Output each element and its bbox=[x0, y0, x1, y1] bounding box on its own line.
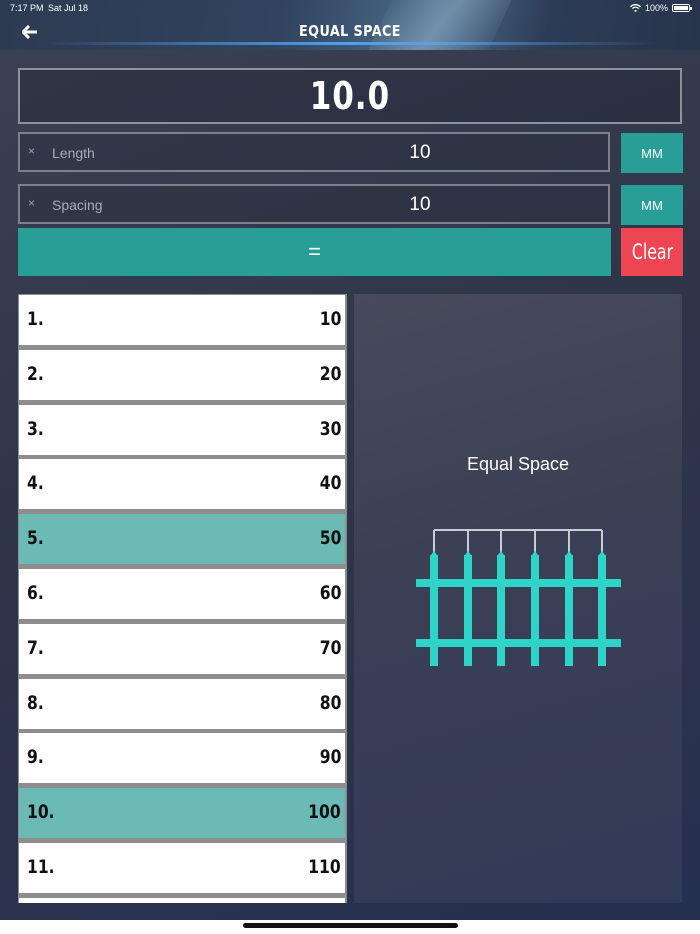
length-field[interactable]: × Length 10 bbox=[18, 132, 610, 172]
list-item-value: 90 bbox=[319, 746, 341, 768]
spacing-unit-button[interactable]: MM bbox=[621, 185, 683, 225]
list-item[interactable]: 7. 70 bbox=[19, 624, 345, 677]
home-indicator[interactable] bbox=[243, 923, 458, 928]
length-label: Length bbox=[52, 145, 95, 161]
list-item-value: 100 bbox=[308, 801, 341, 823]
list-item-value: 60 bbox=[319, 582, 341, 604]
length-unit-button[interactable]: MM bbox=[621, 133, 683, 173]
page-title: EQUAL SPACE bbox=[299, 22, 401, 40]
calculate-button[interactable]: = bbox=[18, 228, 611, 276]
list-item-index: 10. bbox=[27, 801, 55, 823]
clear-spacing-icon[interactable]: × bbox=[28, 196, 35, 210]
fence-icon bbox=[416, 529, 621, 666]
clear-length-icon[interactable]: × bbox=[28, 144, 35, 158]
list-item-value: 30 bbox=[319, 418, 341, 440]
list-item[interactable]: 3. 30 bbox=[19, 405, 345, 458]
list-item-index: 6. bbox=[27, 582, 44, 604]
list-item-index: 2. bbox=[27, 363, 44, 385]
header-glow-line bbox=[40, 42, 660, 45]
list-item[interactable]: 9. 90 bbox=[19, 733, 345, 786]
wifi-icon bbox=[630, 4, 641, 12]
list-item-index: 9. bbox=[27, 746, 44, 768]
battery-icon bbox=[672, 4, 692, 12]
list-item-value: 110 bbox=[308, 856, 341, 878]
list-item-index: 7. bbox=[27, 637, 44, 659]
list-item-index: 3. bbox=[27, 418, 44, 440]
list-item-value: 40 bbox=[319, 472, 341, 494]
list-item-index: 11. bbox=[27, 856, 55, 878]
list-item-index: 5. bbox=[27, 527, 44, 549]
result-value: 10.0 bbox=[309, 74, 391, 118]
list-item-index: 4. bbox=[27, 472, 44, 494]
info-title: Equal Space bbox=[466, 454, 570, 474]
result-display: 10.0 bbox=[18, 68, 682, 124]
list-item[interactable]: 8. 80 bbox=[19, 679, 345, 732]
list-item[interactable]: 11. 110 bbox=[19, 843, 345, 896]
list-item-value: 10 bbox=[319, 308, 341, 330]
list-item[interactable]: 5. 50 bbox=[19, 514, 345, 567]
battery-percent: 100% bbox=[644, 3, 668, 13]
clear-label: Clear bbox=[631, 240, 673, 264]
list-item-index: 8. bbox=[27, 692, 44, 714]
list-item-index: 1. bbox=[27, 308, 44, 330]
info-panel: Equal Space bbox=[354, 294, 682, 903]
list-item[interactable]: 6. 60 bbox=[19, 569, 345, 622]
back-arrow-icon bbox=[21, 24, 37, 40]
list-item[interactable]: 1. 10 bbox=[19, 295, 345, 348]
spacing-field[interactable]: × Spacing 10 bbox=[18, 184, 610, 224]
list-item[interactable]: 4. 40 bbox=[19, 459, 345, 512]
spacing-label: Spacing bbox=[52, 197, 103, 213]
status-date: Sat Jul 18 bbox=[48, 3, 89, 13]
results-list[interactable]: 1. 10 2. 20 3. 30 4. 40 5. 50 6. 60 7. 7… bbox=[18, 294, 347, 903]
list-item-value: 20 bbox=[319, 363, 341, 385]
back-button[interactable] bbox=[21, 23, 38, 43]
spacing-value[interactable]: 10 bbox=[320, 194, 520, 216]
list-item-partial[interactable] bbox=[19, 898, 345, 903]
list-item-value: 70 bbox=[319, 637, 341, 659]
list-item-value: 50 bbox=[319, 527, 341, 549]
clear-button[interactable]: Clear bbox=[621, 228, 683, 276]
status-time: 7:17 PM bbox=[10, 3, 44, 13]
list-item[interactable]: 2. 20 bbox=[19, 350, 345, 403]
list-item[interactable]: 10. 100 bbox=[19, 788, 345, 841]
length-value[interactable]: 10 bbox=[320, 142, 520, 164]
status-right: 100% bbox=[630, 3, 692, 13]
list-item-value: 80 bbox=[319, 692, 341, 714]
navigation-bar: 7:17 PM Sat Jul 18 100% EQUAL SPACE bbox=[0, 0, 700, 50]
